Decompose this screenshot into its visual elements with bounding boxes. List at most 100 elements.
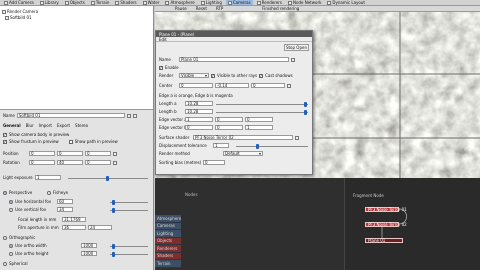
light-exposure-field[interactable]: 1 xyxy=(35,175,61,180)
edit-menu[interactable]: Edit xyxy=(159,37,167,42)
tab-stereo[interactable]: Stereo xyxy=(75,123,88,128)
tree-item-render-camera[interactable]: Render Camera xyxy=(2,9,38,14)
toolbar-button-library[interactable]: Library xyxy=(38,0,61,5)
tab-blur[interactable]: Blur xyxy=(26,123,34,128)
use-ortho-width-radio[interactable] xyxy=(9,243,13,248)
film-aperture-width-field[interactable]: 36 xyxy=(62,225,86,230)
vertical-fov-slider[interactable] xyxy=(110,208,148,213)
toolbar-button-dynamic-layout[interactable]: Dynamic Layout xyxy=(325,0,367,5)
horizontal-fov-field[interactable]: 60 xyxy=(57,199,73,204)
edge-b-z-field[interactable]: 1 xyxy=(245,125,273,130)
pause-button[interactable]: Pause xyxy=(175,6,187,11)
reset-button[interactable]: Reset xyxy=(196,6,207,11)
use-vertical-fov-radio[interactable] xyxy=(9,207,13,212)
edge-b-y-field[interactable]: 0 xyxy=(215,125,243,130)
toolbar-button-cameras[interactable]: Cameras xyxy=(225,0,253,5)
slider-knob[interactable] xyxy=(112,200,115,205)
category-renderers[interactable]: Renderers xyxy=(155,245,181,253)
fisheye-radio[interactable] xyxy=(47,190,51,195)
category-cameras[interactable]: Cameras xyxy=(155,222,181,230)
use-horizontal-fov-radio[interactable] xyxy=(9,199,13,204)
rotation-b-field[interactable]: 0 xyxy=(85,160,111,165)
rotation-h-field[interactable]: 0 xyxy=(29,160,55,165)
slider-knob[interactable] xyxy=(112,252,115,257)
edge-b-x-field[interactable]: 0 xyxy=(185,125,213,130)
use-ortho-height-radio[interactable] xyxy=(9,251,13,256)
center-y-field[interactable]: -0.14 xyxy=(215,83,249,88)
perspective-radio[interactable] xyxy=(3,190,7,195)
ortho-width-field[interactable]: 1000 xyxy=(81,243,97,248)
stop-open-button[interactable]: Stop Open xyxy=(283,44,309,51)
settings-icon[interactable] xyxy=(126,113,131,118)
position-x-field[interactable]: 0 xyxy=(29,151,55,156)
slider-knob[interactable] xyxy=(256,144,259,149)
lock-icon[interactable] xyxy=(113,160,117,165)
toolbar-button-lighting[interactable]: Lighting xyxy=(199,0,224,5)
ortho-height-field[interactable]: 1000 xyxy=(81,251,97,256)
toolbar-button-add-camera[interactable]: Add Camera xyxy=(2,0,36,5)
displacement-field[interactable]: 1 xyxy=(213,143,229,148)
show-path-checkbox[interactable] xyxy=(68,139,73,144)
show-camera-body-checkbox[interactable]: ✓ xyxy=(3,132,7,137)
length-b-field[interactable]: 10.28 xyxy=(185,109,213,114)
toolbar-button-water[interactable]: Water xyxy=(141,0,162,5)
vertical-fov-field[interactable]: 34 xyxy=(57,207,73,212)
tab-import[interactable]: Import xyxy=(39,123,52,128)
tree-item-softbild[interactable]: Softbild 01 xyxy=(5,15,32,20)
center-z-field[interactable]: 0 xyxy=(251,83,285,88)
category-lighting[interactable]: Lighting xyxy=(155,230,181,238)
toolbar-button-atmosphere[interactable]: Atmosphere xyxy=(163,0,196,5)
shader-link-icon[interactable] xyxy=(295,135,299,140)
center-x-field[interactable]: 0 xyxy=(179,83,213,88)
tab-export[interactable]: Export xyxy=(57,123,70,128)
ortho-width-slider[interactable] xyxy=(110,244,148,249)
slider-knob[interactable] xyxy=(304,102,307,107)
light-exposure-slider[interactable] xyxy=(68,176,148,181)
toolbar-button-objects[interactable]: Objects xyxy=(63,0,87,5)
node-graph[interactable]: Fragment Node PF3 Noise Terror 01 PF3 No… xyxy=(345,178,480,270)
toolbar-button-shaders[interactable]: Shaders xyxy=(113,0,138,5)
displacement-slider[interactable] xyxy=(236,144,308,149)
slider-knob[interactable] xyxy=(106,176,109,181)
plane-name-field[interactable]: Plane 01 xyxy=(179,57,289,62)
help-icon[interactable] xyxy=(132,113,137,118)
toolbar-button-node-network[interactable]: Node Network xyxy=(286,0,323,5)
lock-icon[interactable] xyxy=(287,83,291,88)
toolbar-button-renderers[interactable]: Renderers xyxy=(255,0,284,5)
rtp-button[interactable]: RTP xyxy=(216,6,223,11)
render-method-dropdown[interactable]: Default ▾ xyxy=(223,151,263,156)
category-terrain[interactable]: Terrain xyxy=(155,260,181,268)
slider-knob[interactable] xyxy=(112,244,115,249)
slider-knob[interactable] xyxy=(304,110,307,115)
show-camera-body-row[interactable]: ✓ Show camera body in preview xyxy=(3,132,69,137)
category-objects[interactable]: Objects xyxy=(155,237,181,245)
length-a-slider[interactable] xyxy=(216,102,308,107)
tab-general[interactable]: General xyxy=(3,123,21,128)
camera-name-field[interactable]: Softbild 01 xyxy=(16,113,125,118)
category-shaders[interactable]: Shaders xyxy=(155,252,181,260)
position-y-field[interactable]: 0 xyxy=(57,151,83,156)
edge-a-y-field[interactable]: 0 xyxy=(215,117,243,122)
render-dropdown[interactable]: Visible ▾ xyxy=(179,73,209,78)
film-aperture-height-field[interactable]: 24 xyxy=(88,225,112,230)
ortho-height-slider[interactable] xyxy=(110,252,148,257)
length-b-slider[interactable] xyxy=(216,110,308,115)
cast-shadows-checkbox[interactable]: ✓ xyxy=(259,73,264,78)
rotation-p-field[interactable]: 40 xyxy=(57,160,83,165)
orthographic-radio[interactable] xyxy=(3,235,7,240)
lock-icon[interactable] xyxy=(113,151,117,156)
edge-a-z-field[interactable]: 0 xyxy=(245,117,273,122)
show-frustum-checkbox[interactable]: ✓ xyxy=(3,139,7,144)
sorting-bias-field[interactable]: 0 xyxy=(203,160,225,165)
horizontal-fov-slider[interactable] xyxy=(110,200,148,205)
focal-length-field[interactable]: 31.1769 xyxy=(62,217,86,222)
position-z-field[interactable]: 0 xyxy=(85,151,111,156)
slider-knob[interactable] xyxy=(112,208,115,213)
edge-a-x-field[interactable]: 1 xyxy=(185,117,213,122)
enable-checkbox[interactable]: ✓ xyxy=(159,65,163,70)
spherical-radio[interactable] xyxy=(3,261,7,266)
category-atmosphere[interactable]: Atmosphere xyxy=(155,215,181,223)
length-a-field[interactable]: 10.28 xyxy=(185,101,213,106)
surface-shader-field[interactable]: PF3 Noise Terror 02 xyxy=(193,135,293,140)
settings-icon[interactable] xyxy=(291,57,295,62)
